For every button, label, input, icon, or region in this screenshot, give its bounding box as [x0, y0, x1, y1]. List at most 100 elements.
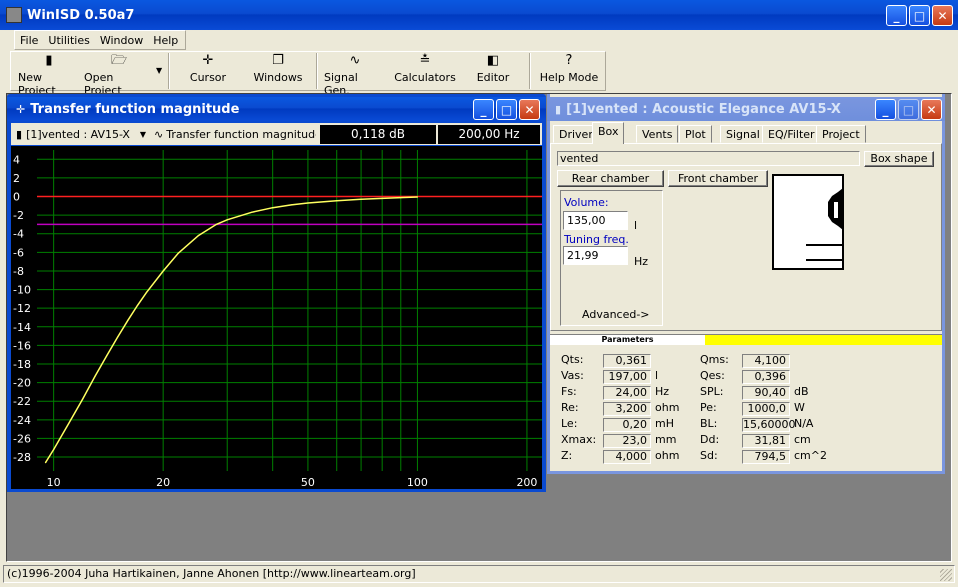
app-title: WinISD 0.50a7 [27, 7, 135, 23]
curve-data-point [416, 196, 419, 198]
windows-button[interactable]: ❐ Windows [250, 51, 306, 89]
param-label: Le: [561, 417, 578, 430]
param-value: 0,20 [603, 418, 651, 432]
curve-data-point [360, 198, 362, 200]
param-value: 24,00 [603, 386, 651, 400]
sine-wave-icon: ∿ [154, 128, 164, 141]
signal-gen-button[interactable]: ∿ Signal Gen. [324, 51, 386, 97]
windows-label: Windows [253, 71, 303, 84]
param-value: 23,0 [603, 434, 651, 448]
app-icon [6, 7, 22, 23]
volume-input[interactable]: 135,00 [563, 211, 628, 230]
project-icon: ▮ [16, 128, 23, 141]
param-value: 794,5 [742, 450, 790, 464]
calculators-button[interactable]: ≛ Calculators [394, 51, 456, 89]
menu-window[interactable]: Window [95, 34, 148, 47]
volume-label: Volume: [564, 196, 609, 209]
status-bar: (c)1996-2004 Juha Hartikainen, Janne Aho… [3, 565, 955, 583]
curve-data-point [106, 355, 108, 357]
param-label: Z: [561, 449, 573, 462]
tuning-label: Tuning freq. [564, 233, 629, 246]
param-value: 15,60000 [742, 418, 796, 432]
y-tick-label: -6 [13, 246, 24, 259]
graph-select[interactable]: ∿ Transfer function magnitude [154, 126, 316, 143]
param-label: Fs: [561, 385, 577, 398]
curve-data-point [127, 319, 129, 321]
speaker-cone [834, 202, 838, 218]
tab-project[interactable]: Project [816, 125, 866, 143]
app-titlebar[interactable]: WinISD 0.50a7 [0, 0, 958, 30]
close-button[interactable]: ✕ [932, 5, 953, 26]
param-unit: ohm [655, 449, 680, 462]
help-mode-button[interactable]: ? Help Mode [538, 51, 600, 89]
new-project-button[interactable]: ▮ New Project [18, 51, 80, 97]
cursor-hz-readout: 200,00 Hz [438, 125, 540, 144]
toolbar-separator [316, 53, 318, 89]
project-maximize-button[interactable]: □ [898, 99, 919, 120]
menu-help[interactable]: Help [148, 34, 183, 47]
y-tick-label: -26 [13, 432, 31, 445]
cursor-button[interactable]: ✛ Cursor [180, 51, 236, 89]
y-tick-label: -18 [13, 358, 31, 371]
graph-maximize-button[interactable]: □ [496, 99, 517, 120]
graph-window-titlebar[interactable]: ✛ Transfer function magnitude [7, 97, 546, 121]
tab-box[interactable]: Box [592, 122, 625, 144]
open-project-dropdown-icon[interactable]: ▼ [156, 66, 162, 75]
y-tick-label: -22 [13, 395, 31, 408]
front-chamber-button[interactable]: Front chamber [668, 170, 768, 187]
curve-data-point [81, 398, 84, 400]
toolbar-separator [168, 53, 170, 89]
graph-close-button[interactable]: ✕ [519, 99, 540, 120]
tab-plot[interactable]: Plot [679, 125, 712, 143]
editor-button[interactable]: ◧ Editor [466, 51, 520, 89]
tuning-input[interactable]: 21,99 [563, 246, 628, 265]
open-project-button[interactable]: 🗁 Open Project [84, 51, 154, 97]
params-accent-bar [705, 335, 942, 345]
maximize-button[interactable]: □ [909, 5, 930, 26]
graph-minimize-button[interactable]: _ [473, 99, 494, 120]
curve-data-point [177, 252, 179, 254]
curve-data-point [215, 223, 217, 226]
param-label: Sd: [700, 449, 718, 462]
curve-data-point [400, 197, 402, 199]
y-tick-label: -10 [13, 284, 31, 297]
param-value: 4,100 [742, 354, 790, 368]
curve-data-point [250, 211, 253, 213]
param-value: 1000,0 [742, 402, 790, 416]
y-tick-label: -28 [13, 451, 31, 464]
x-tick-label: 10 [47, 476, 61, 489]
param-label: Dd: [700, 433, 720, 446]
graph-select-label: Transfer function magnitude [166, 128, 316, 141]
transfer-function-chart[interactable]: 420-2-4-6-8-10-12-14-16-18-20-22-24-26-2… [11, 146, 542, 489]
help-mode-label: Help Mode [539, 71, 599, 84]
menu-bar: File Utilities Window Help [14, 30, 187, 50]
advanced-button[interactable]: Advanced-> [582, 308, 650, 321]
box-name-field[interactable]: vented [557, 151, 860, 166]
rear-chamber-button[interactable]: Rear chamber [557, 170, 664, 187]
tab-eq-filter[interactable]: EQ/Filter [762, 125, 821, 143]
y-tick-label: -14 [13, 321, 31, 334]
x-tick-label: 100 [407, 476, 428, 489]
curve-data-point [381, 197, 383, 199]
project-minimize-button[interactable]: _ [875, 99, 896, 120]
calculators-label: Calculators [394, 71, 456, 84]
curve-data-point [336, 200, 338, 202]
tab-vents[interactable]: Vents [636, 125, 679, 143]
param-label: Qts: [561, 353, 584, 366]
project-select[interactable]: ▮ [1]vented : AV15-X ▼ [16, 126, 146, 143]
param-label: Re: [561, 401, 579, 414]
size-grip-icon[interactable] [940, 569, 952, 581]
param-label: Qms: [700, 353, 729, 366]
menu-utilities[interactable]: Utilities [43, 34, 94, 47]
project-close-button[interactable]: ✕ [921, 99, 942, 120]
param-value: 0,361 [603, 354, 651, 368]
param-value: 31,81 [742, 434, 790, 448]
tuning-unit: Hz [634, 255, 649, 268]
curve-data-point [307, 202, 309, 204]
tab-signal[interactable]: Signal [720, 125, 766, 143]
minimize-button[interactable]: _ [886, 5, 907, 26]
menu-file[interactable]: File [15, 34, 43, 47]
volume-unit: l [634, 219, 638, 232]
box-shape-button[interactable]: Box shape [864, 151, 934, 167]
y-tick-label: -8 [13, 265, 24, 278]
